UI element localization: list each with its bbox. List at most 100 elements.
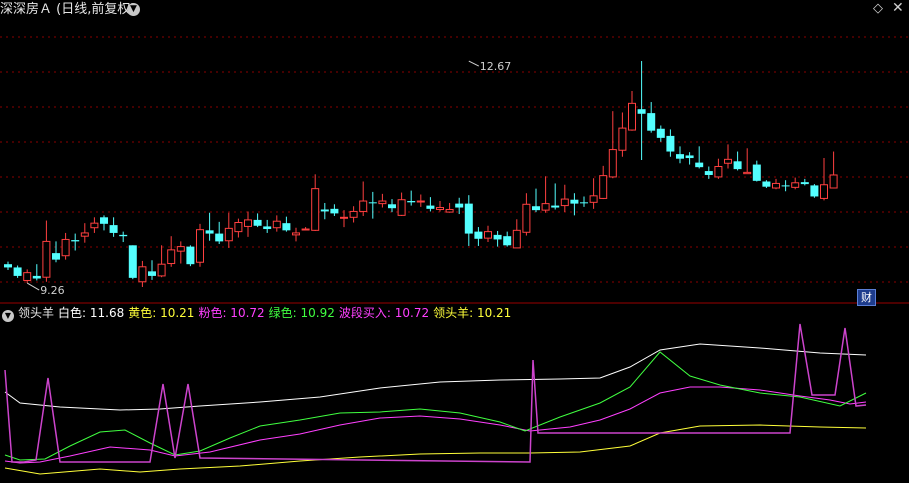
- candle-body-up: [608, 149, 617, 178]
- candle-body-up: [349, 210, 358, 218]
- candle-body-down: [685, 155, 694, 159]
- candle-body-down: [474, 231, 483, 239]
- candle-body-up: [512, 229, 521, 249]
- indicator-value-pink: 粉色: 10.72: [198, 306, 265, 320]
- candle-body-up: [772, 182, 780, 189]
- indicator-value-buy: 波段买入: 10.72: [338, 306, 430, 320]
- indicator-name: 领头羊: [18, 306, 55, 320]
- candle-body-up: [618, 127, 627, 151]
- candle-body-down: [52, 253, 60, 260]
- candle-body-down: [148, 271, 156, 276]
- finance-badge[interactable]: 财: [857, 289, 876, 306]
- window-title: 深深房Ａ (日线,前复权): [0, 2, 136, 17]
- indicator-legend: ▼ 领头羊 白色: 11.68 黄色: 10.21 粉色: 10.72 绿色: 10.92…: [0, 304, 515, 322]
- candle-body-down: [71, 240, 80, 242]
- candle-body-up: [138, 266, 147, 283]
- chevron-down-icon[interactable]: ▼: [2, 310, 14, 322]
- candle-body-down: [119, 234, 128, 237]
- candle-body-down: [570, 199, 579, 204]
- candle-body-down: [810, 185, 819, 197]
- candle-body-down: [263, 226, 272, 230]
- high-annotation-label: 12.67: [480, 60, 512, 73]
- candle-body-down: [666, 135, 675, 152]
- diamond-icon[interactable]: ◇: [873, 2, 883, 16]
- candle-body-down: [186, 246, 195, 265]
- candle-body-up: [157, 263, 166, 277]
- candle-body-down: [388, 204, 396, 209]
- candle-body-down: [128, 245, 137, 278]
- candle-body-down: [282, 223, 291, 231]
- candle-body-up: [176, 246, 185, 252]
- candle-body-down: [407, 201, 416, 203]
- candle-body-up: [743, 171, 752, 175]
- candle-body-down: [320, 209, 329, 212]
- candle-body-down: [426, 205, 435, 209]
- candle-body-down: [781, 185, 790, 187]
- low-annotation-label: 9.26: [40, 284, 64, 297]
- candle-body-down: [455, 203, 464, 208]
- chevron-down-icon[interactable]: ▼: [127, 3, 140, 16]
- candle-body-down: [253, 219, 262, 226]
- candle-body-up: [378, 200, 387, 205]
- candle-body-up: [301, 228, 310, 231]
- candle-body-up: [224, 227, 233, 242]
- candle-body-up: [416, 200, 425, 203]
- candle-body-down: [100, 217, 108, 224]
- indicator-value-yellow: 黄色: 10.21: [128, 306, 195, 320]
- candle-body-up: [23, 272, 32, 281]
- candle-body-up: [167, 249, 176, 265]
- candle-body-up: [340, 216, 348, 219]
- candle-body-down: [695, 162, 704, 168]
- candle-body-up: [397, 199, 406, 216]
- candle-body-up: [560, 198, 569, 207]
- candle-body-down: [13, 267, 22, 276]
- candle-body-up: [234, 222, 243, 233]
- candle-body-down: [503, 236, 512, 246]
- candle-body-up: [724, 158, 732, 164]
- candle-body-up: [61, 238, 70, 257]
- candle-body-down: [368, 202, 377, 204]
- candle-body-up: [791, 182, 800, 188]
- candle-body-down: [215, 233, 224, 242]
- candle-body-up: [292, 232, 300, 236]
- candle[interactable]: [128, 245, 137, 280]
- indicator-value-green: 绿色: 10.92: [268, 306, 335, 320]
- candle-body-up: [820, 184, 828, 199]
- candle-body-down: [733, 161, 742, 170]
- candle-body-up: [628, 102, 636, 131]
- candle-body-up: [445, 208, 454, 213]
- candle-body-up: [42, 240, 51, 278]
- candle-body-up: [272, 220, 281, 229]
- candle-body-down: [656, 128, 665, 138]
- candle-body-down: [532, 206, 540, 211]
- chart-canvas[interactable]: 12.67 9.26: [0, 0, 909, 483]
- candle-body-up: [599, 175, 608, 199]
- candle-body-down: [762, 181, 771, 187]
- indicator-value-white: 白色: 11.68: [58, 306, 125, 320]
- candle-body-down: [4, 264, 12, 268]
- candle-body-down: [704, 171, 713, 175]
- candle-body-down: [493, 234, 502, 240]
- candle-body-down: [637, 109, 646, 114]
- candle-body-up: [80, 232, 89, 237]
- candle-body-up: [484, 231, 492, 239]
- candle-body-up: [244, 219, 252, 227]
- candle-body-down: [464, 203, 473, 234]
- candle[interactable]: [810, 184, 819, 198]
- candle-body-up: [541, 203, 550, 211]
- candle-body-up: [829, 174, 838, 189]
- candle-body-up: [714, 166, 723, 178]
- candle[interactable]: [196, 223, 204, 267]
- close-icon[interactable]: ✕: [892, 1, 904, 16]
- candle-body-down: [752, 164, 761, 181]
- indicator-value-leader: 领头羊: 10.21: [433, 306, 512, 320]
- candle[interactable]: [186, 245, 195, 267]
- candle-body-down: [676, 154, 684, 159]
- candle-body-down: [647, 113, 656, 131]
- candle-body-up: [522, 203, 531, 233]
- candle-body-down: [580, 202, 588, 204]
- candle-body-up: [311, 188, 320, 231]
- candle-body-down: [800, 182, 809, 185]
- candle-body-down: [32, 275, 41, 279]
- candle-body-down: [551, 205, 560, 208]
